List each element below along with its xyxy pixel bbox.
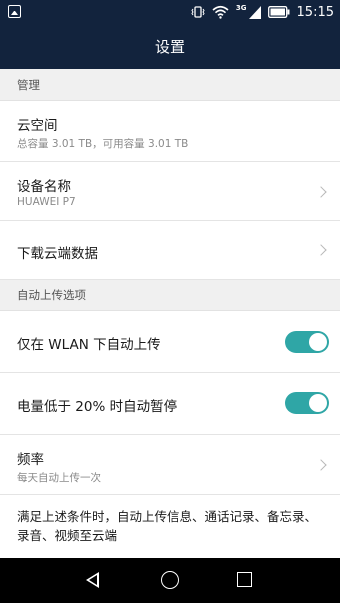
device-name-item[interactable]: 设备名称 HUAWEI P7: [0, 162, 340, 221]
back-icon[interactable]: [86, 572, 99, 588]
navigation-bar: [0, 558, 340, 603]
wifi-icon: [212, 5, 229, 19]
upload-frequency-value: 每天自动上传一次: [17, 472, 101, 484]
download-cloud-data-label: 下载云端数据: [17, 246, 98, 262]
device-name-label: 设备名称: [17, 179, 71, 195]
battery-icon: [267, 6, 290, 18]
page-title: 设置: [154, 38, 185, 56]
gallery-icon: [8, 5, 21, 18]
section-header-manage: 管理: [0, 69, 340, 101]
upload-frequency-label: 频率: [17, 452, 44, 468]
settings-list[interactable]: 管理 云空间 总容量 3.01 TB，可用容量 3.01 TB 设备名称 HUA…: [0, 69, 340, 558]
cell-signal-icon: [248, 5, 261, 19]
home-icon[interactable]: [161, 571, 179, 589]
section-header-auto-upload: 自动上传选项: [0, 280, 340, 311]
auto-upload-note: 满足上述条件时，自动上传信息、通话记录、备忘录、录音、视频至云端: [17, 509, 318, 543]
toggle-knob: [309, 333, 327, 351]
title-bar: 设置: [0, 24, 340, 69]
wlan-only-upload-item[interactable]: 仅在 WLAN 下自动上传: [0, 311, 340, 373]
device-name-value: HUAWEI P7: [17, 196, 76, 208]
upload-frequency-item[interactable]: 频率 每天自动上传一次: [0, 435, 340, 495]
section-header-label: 自动上传选项: [17, 288, 86, 302]
wlan-only-upload-toggle[interactable]: [285, 331, 329, 353]
cloud-space-item[interactable]: 云空间 总容量 3.01 TB，可用容量 3.01 TB: [0, 101, 340, 162]
download-cloud-data-item[interactable]: 下载云端数据: [0, 221, 340, 280]
cloud-space-capacity: 总容量 3.01 TB，可用容量 3.01 TB: [17, 138, 189, 150]
status-bar: 3G 15:15: [0, 0, 340, 24]
low-battery-pause-item[interactable]: 电量低于 20% 时自动暂停: [0, 373, 340, 435]
section-header-label: 管理: [17, 77, 40, 92]
low-battery-pause-toggle[interactable]: [285, 392, 329, 414]
vibrate-icon: [191, 6, 205, 18]
toggle-knob: [309, 394, 327, 412]
chevron-right-icon: [315, 459, 327, 471]
clock: 15:15: [296, 4, 334, 20]
chevron-right-icon: [315, 244, 327, 256]
cloud-space-label: 云空间: [17, 118, 58, 134]
low-battery-pause-label: 电量低于 20% 时自动暂停: [17, 399, 178, 415]
wlan-only-upload-label: 仅在 WLAN 下自动上传: [17, 337, 161, 353]
recent-apps-icon[interactable]: [237, 572, 252, 587]
network-type-label: 3G: [235, 4, 247, 12]
chevron-right-icon: [315, 186, 327, 198]
